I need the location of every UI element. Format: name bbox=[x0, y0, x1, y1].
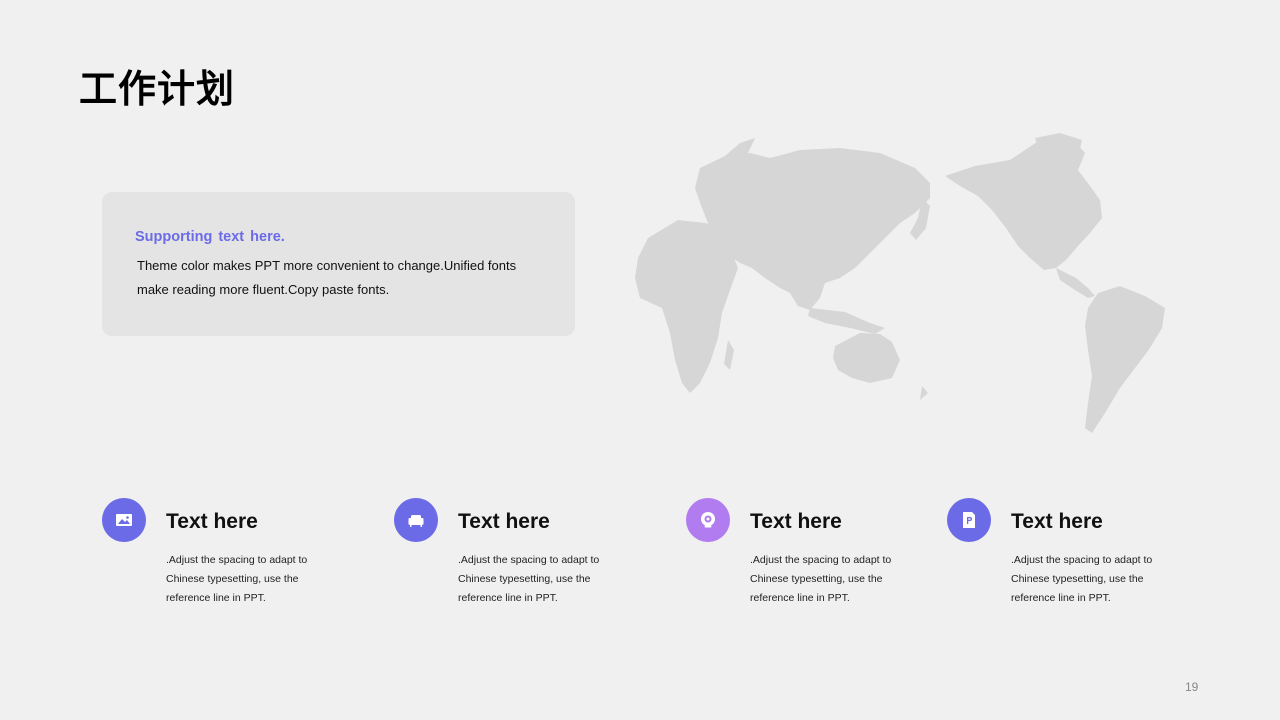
map-central-america bbox=[1056, 268, 1095, 298]
map-north-america bbox=[945, 136, 1102, 270]
feature-title: Text here bbox=[750, 510, 842, 533]
feature-item: Text here .Adjust the spacing to adapt t… bbox=[686, 498, 946, 618]
info-card-body: Theme color makes PPT more convenient to… bbox=[137, 258, 517, 297]
feature-item: Text here .Adjust the spacing to adapt t… bbox=[394, 498, 654, 618]
feature-title: Text here bbox=[166, 510, 258, 533]
sofa-icon bbox=[408, 515, 424, 527]
feature-description: .Adjust the spacing to adapt to Chinese … bbox=[750, 554, 892, 604]
image-icon bbox=[116, 514, 132, 526]
feature-item: Text here .Adjust the spacing to adapt t… bbox=[947, 498, 1207, 618]
webcam-icon bbox=[701, 512, 715, 528]
feature-icon-circle bbox=[394, 498, 438, 542]
feature-icon-circle bbox=[947, 498, 991, 542]
map-new-zealand bbox=[920, 386, 928, 400]
ppt-file-icon bbox=[963, 512, 975, 528]
world-map-graphic bbox=[635, 133, 1165, 433]
feature-description: .Adjust the spacing to adapt to Chinese … bbox=[458, 554, 600, 604]
feature-icon-circle bbox=[686, 498, 730, 542]
supporting-text: Supporting text here. bbox=[135, 229, 285, 245]
feature-description: .Adjust the spacing to adapt to Chinese … bbox=[166, 554, 308, 604]
feature-description: .Adjust the spacing to adapt to Chinese … bbox=[1011, 554, 1153, 604]
feature-title: Text here bbox=[458, 510, 550, 533]
map-africa bbox=[635, 220, 738, 393]
feature-title: Text here bbox=[1011, 510, 1103, 533]
map-south-america bbox=[1085, 286, 1165, 433]
page-title: 工作计划 bbox=[79, 67, 236, 111]
slide: 工作计划 Supporting text here. Theme color m… bbox=[0, 0, 1280, 720]
page-number: 19 bbox=[1185, 680, 1199, 694]
map-se-asia bbox=[808, 308, 885, 334]
feature-icon-circle bbox=[102, 498, 146, 542]
feature-item: Text here .Adjust the spacing to adapt t… bbox=[102, 498, 362, 618]
map-madagascar bbox=[724, 340, 734, 370]
info-card: Supporting text here. Theme color makes … bbox=[102, 192, 575, 336]
world-map bbox=[630, 128, 1175, 443]
map-australia bbox=[833, 333, 900, 383]
